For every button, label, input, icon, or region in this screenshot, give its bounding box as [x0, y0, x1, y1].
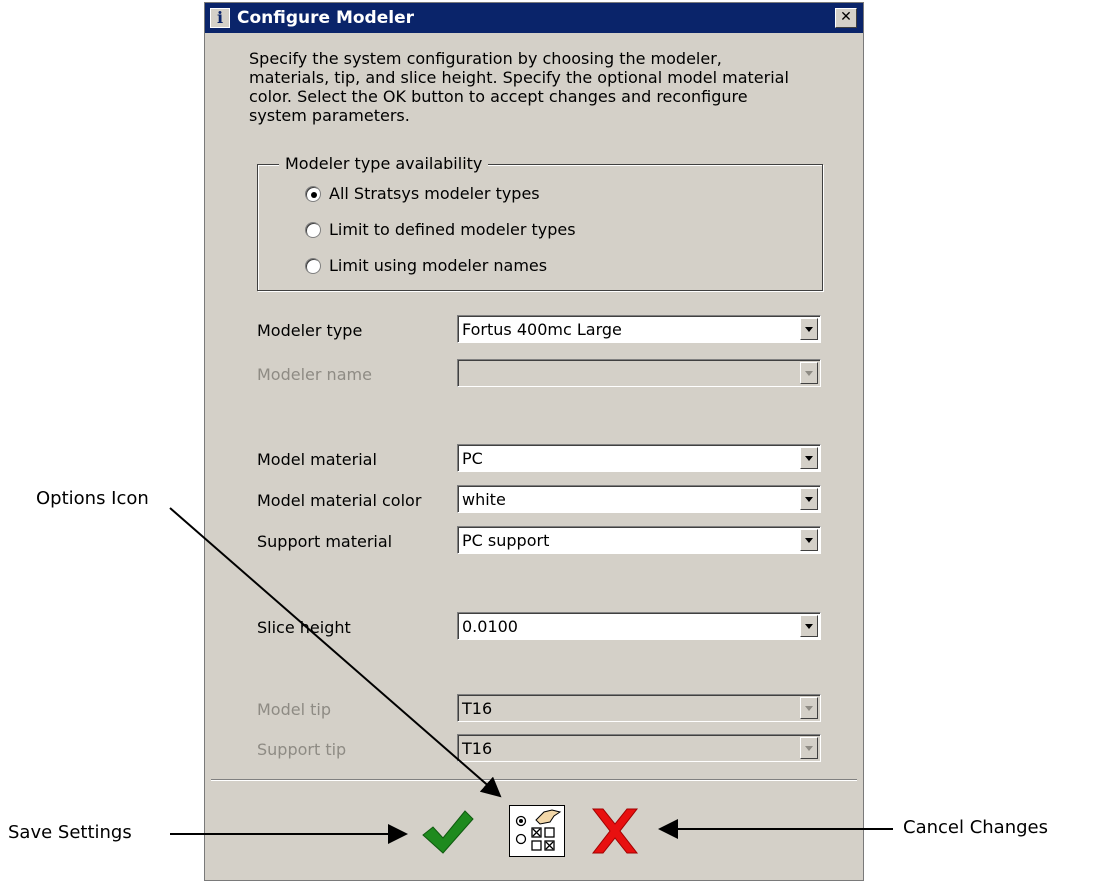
cancel-callout-label: Cancel Changes: [903, 817, 1048, 838]
callout-arrows: [169, 507, 893, 844]
save-callout-label: Save Settings: [8, 822, 132, 843]
options-callout-label: Options Icon: [36, 488, 149, 509]
options-callout-arrow: [169, 507, 502, 798]
